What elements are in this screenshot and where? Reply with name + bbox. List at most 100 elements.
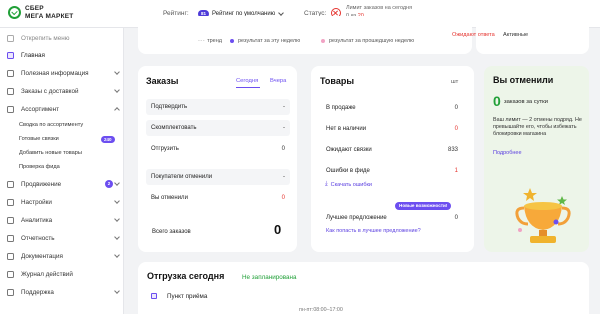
- products-row-feed-errors[interactable]: Ошибки в фиде 1: [321, 163, 463, 179]
- logo-line-2: МЕГА МАРКЕТ: [25, 13, 74, 20]
- orders-row-buyers-cancelled[interactable]: Покупатели отменили -: [146, 169, 290, 185]
- chart-icon: [7, 216, 14, 224]
- shipment-status: Не запланирована: [242, 274, 297, 281]
- sidebar-subitem-ready-links[interactable]: Готовые связки: [19, 136, 59, 142]
- info-icon: [7, 69, 14, 77]
- report-icon: [7, 234, 14, 242]
- products-row-awaiting-link[interactable]: Ожидают связки 833: [321, 142, 463, 158]
- orders-card: Заказы Сегодня Вчера Подтвердить - Скомпл…: [138, 66, 297, 252]
- download-errors-label: Скачать ошибки: [330, 181, 372, 188]
- orders-row-ship[interactable]: Отгрузить 0: [146, 141, 290, 157]
- cancelled-description: Ваш лимит — 2 отмены подряд. Не превышай…: [493, 117, 582, 137]
- sidebar: Открепить меню Главная Полезная информац…: [0, 28, 124, 314]
- row-value: 0: [281, 195, 285, 201]
- sidebar-subitem-feed-check[interactable]: Проверка фида: [19, 164, 60, 170]
- cancelled-title: Вы отменили: [493, 75, 554, 85]
- new-features-badge: Новые возможности!: [395, 202, 452, 210]
- pink-dot-icon: [321, 39, 325, 43]
- limit-title: Лимит заказов на сегодня: [346, 5, 413, 11]
- row-value: 0: [454, 105, 458, 111]
- unpin-menu-label: Открепить меню: [21, 34, 70, 42]
- sidebar-item-label: Ассортимент: [21, 105, 60, 113]
- sidebar-subitem-summary[interactable]: Сводка по ассортименту: [19, 122, 83, 128]
- orders-row-assemble[interactable]: Скомплектовать -: [146, 120, 290, 136]
- sidebar-item-analytics[interactable]: Аналитика: [0, 213, 124, 227]
- products-row-on-sale[interactable]: В продаже 0: [321, 100, 463, 116]
- tab-today[interactable]: Сегодня: [236, 78, 258, 84]
- shipment-card: Отгрузка сегодня Не запланирована Пункт …: [138, 262, 589, 314]
- orders-row-you-cancelled[interactable]: Вы отменили 0: [146, 190, 290, 206]
- orders-title: Заказы: [146, 76, 179, 86]
- sidebar-item-home[interactable]: Главная: [0, 48, 124, 62]
- support-icon: [7, 288, 14, 296]
- products-row-out-of-stock[interactable]: Нет в наличии 0: [321, 121, 463, 137]
- row-value: 833: [447, 147, 458, 153]
- sbermegamarket-logo[interactable]: СБЕР МЕГА МАРКЕТ: [8, 5, 88, 23]
- legend-this-week-label: результат за эту неделю: [238, 38, 301, 44]
- cancelled-count-caption: заказов за сутки: [504, 99, 548, 105]
- ready-links-count-badge: 240: [101, 136, 115, 143]
- sidebar-item-assortment[interactable]: Ассортимент: [0, 102, 124, 116]
- home-icon: [7, 51, 14, 59]
- sidebar-item-settings[interactable]: Настройки: [0, 195, 124, 209]
- cancelled-more-link[interactable]: Подробнее: [493, 150, 522, 156]
- download-errors-link[interactable]: ⤓ Скачать ошибки: [325, 181, 372, 188]
- sidebar-item-label: Поддержка: [21, 288, 54, 296]
- sidebar-item-label: Документация: [21, 252, 63, 260]
- row-value: 0: [454, 126, 458, 132]
- truck-icon: [7, 87, 14, 95]
- row-label: Отгрузить: [151, 146, 179, 152]
- megaphone-icon: [7, 180, 14, 188]
- best-offer-link[interactable]: Как попасть в лучшее предложение?: [326, 228, 421, 234]
- legend-trend-label: тренд: [207, 38, 222, 44]
- cancelled-count: 0: [493, 93, 501, 109]
- unpin-icon: [7, 34, 14, 42]
- stats-chart-card: - - - тренд результат за эту неделю резу…: [138, 16, 472, 54]
- products-title: Товары: [320, 76, 355, 86]
- logo-line-1: СБЕР: [25, 5, 44, 12]
- sidebar-item-delivery-orders[interactable]: Заказы с доставкой: [0, 84, 124, 98]
- row-label: Скомплектовать: [151, 125, 197, 131]
- legend-this-week: результат за эту неделю: [230, 38, 300, 44]
- sidebar-item-action-log[interactable]: Журнал действий: [0, 267, 124, 281]
- chevron-down-icon: [114, 69, 120, 75]
- products-card: Товары шт В продаже 0 Нет в наличии 0 Ожид…: [311, 66, 474, 252]
- download-icon: ⤓: [325, 181, 328, 187]
- sidebar-item-useful-info[interactable]: Полезная информация: [0, 66, 124, 80]
- total-orders-label: Всего заказов: [152, 229, 191, 235]
- chevron-down-icon: [278, 10, 285, 16]
- row-value: 0: [454, 215, 458, 221]
- products-row-best-offer[interactable]: Лучшее предложение 0: [321, 210, 463, 226]
- tab-yesterday[interactable]: Вчера: [270, 78, 286, 84]
- sidebar-item-reports[interactable]: Отчетность: [0, 231, 124, 245]
- promotion-count-badge: 2: [105, 180, 113, 188]
- row-value: -: [283, 125, 285, 131]
- pickup-hours: пн-пт:08:00–17:00: [299, 307, 343, 313]
- cancelled-card: Вы отменили 0 заказов за сутки Ваш лимит…: [484, 66, 589, 252]
- sidebar-item-label: Полезная информация: [21, 69, 89, 77]
- row-label: Ошибки в фиде: [326, 168, 370, 174]
- chevron-down-icon: [114, 252, 120, 258]
- sidebar-item-support[interactable]: Поддержка: [0, 285, 124, 299]
- chevron-down-icon: [114, 198, 120, 204]
- sidebar-item-documents[interactable]: Документация: [0, 249, 124, 263]
- orders-row-confirm[interactable]: Подтвердить -: [146, 99, 290, 115]
- unpin-menu-button[interactable]: Открепить меню: [0, 31, 124, 45]
- tab-today-underline: [236, 87, 260, 88]
- sidebar-item-label: Настройки: [21, 198, 52, 206]
- sidebar-subitem-add-products[interactable]: Добавить новые товары: [19, 150, 82, 156]
- chevron-up-icon: [114, 107, 120, 113]
- row-value: 0: [281, 146, 285, 152]
- legend-last-week: результат за прошедшую неделю: [321, 38, 414, 44]
- sidebar-item-label: Заказы с доставкой: [21, 87, 79, 95]
- chevron-down-icon: [114, 288, 120, 294]
- chevron-down-icon: [114, 180, 120, 186]
- shipment-title: Отгрузка сегодня: [147, 271, 225, 281]
- row-label: Ожидают связки: [326, 147, 372, 153]
- sidebar-item-label: Аналитика: [21, 216, 53, 224]
- sidebar-item-label: Продвижение: [21, 180, 62, 188]
- purple-dot-icon: [230, 39, 234, 43]
- active-label: Активные: [503, 32, 529, 38]
- row-label: Покупатели отменили: [151, 174, 213, 180]
- row-label: Нет в наличии: [326, 126, 367, 132]
